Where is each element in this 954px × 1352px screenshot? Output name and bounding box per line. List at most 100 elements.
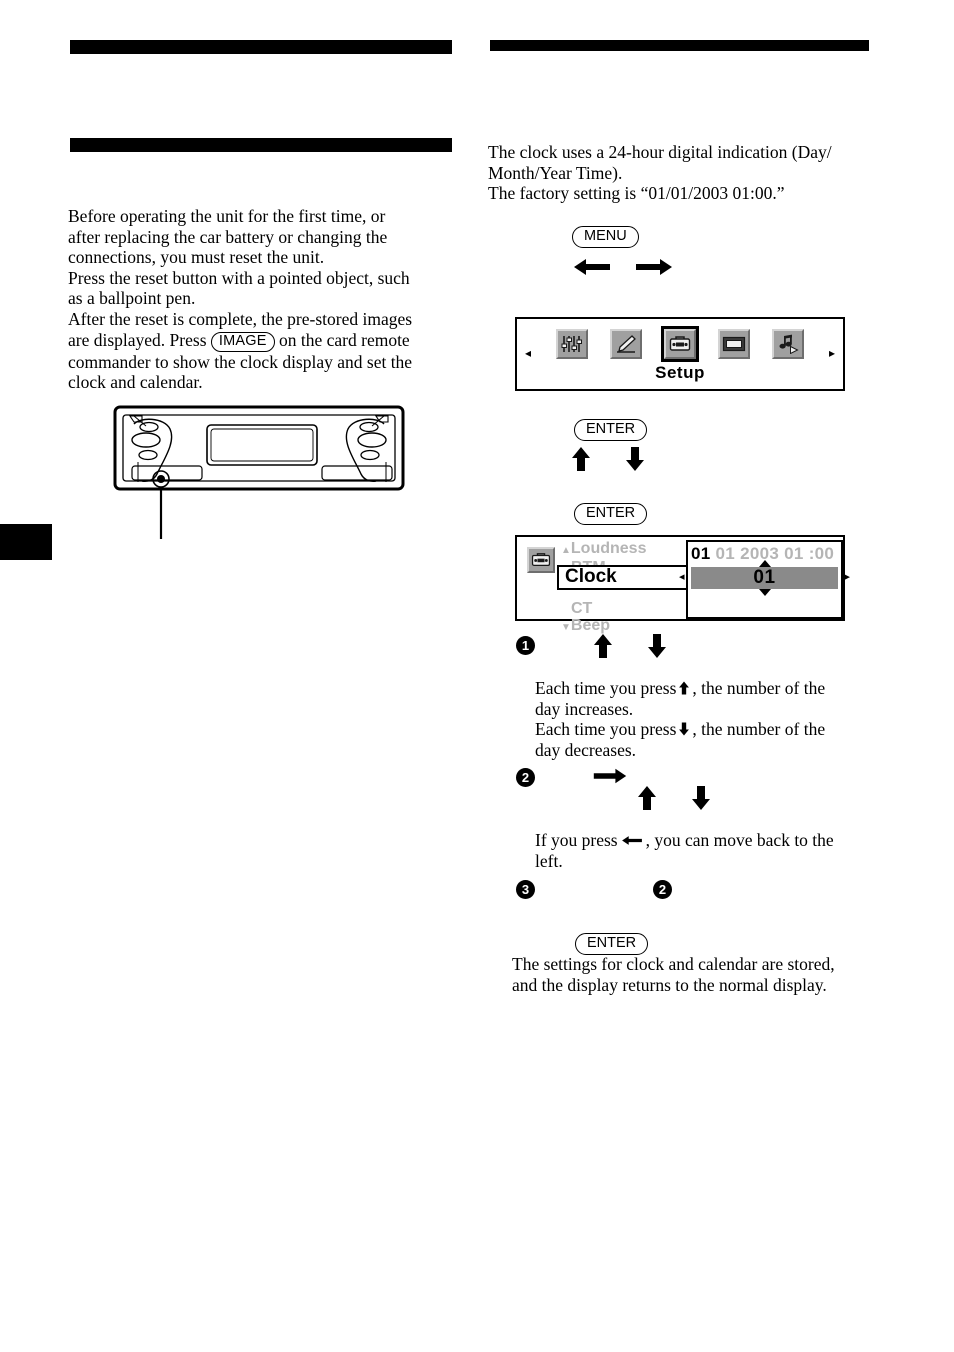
step-1-text-before: Each time you press: [535, 678, 677, 698]
enter-button-keycap[interactable]: ENTER: [574, 503, 648, 525]
value-decrement-caret-icon[interactable]: [758, 589, 771, 596]
menu-button-keycap-wrap: MENU: [572, 226, 639, 248]
clock-month-field[interactable]: 01: [716, 544, 736, 563]
step-2-text-before: If you press: [535, 830, 618, 850]
enter-button-keycap-1-wrap: ENTER: [574, 419, 648, 441]
scroll-up-caret-icon[interactable]: ▲: [561, 545, 571, 556]
up-arrow-icon[interactable]: [592, 633, 614, 659]
menu-item-label: CT: [571, 600, 593, 617]
left-column-heading-bar: [70, 40, 452, 54]
equalizer-icon[interactable]: [556, 329, 588, 359]
step-1-bullet: 1: [516, 636, 535, 655]
display-screen-icon[interactable]: [718, 329, 750, 359]
reset-paragraph-line: clock and calendar.: [68, 372, 203, 393]
step-2-line-a: If you press , you can move back to the: [535, 830, 907, 851]
reset-paragraph-line: Before operating the unit for the first …: [68, 206, 386, 226]
lcd-setup-category-panel: ◂ ▸ Setup: [515, 317, 845, 391]
left-arrow-icon[interactable]: [572, 256, 612, 278]
step-1-arrows: [592, 633, 668, 664]
car-stereo-illustration: [112, 404, 418, 544]
menu-item-loudness[interactable]: ▲Loudness: [561, 540, 681, 560]
up-arrow-icon[interactable]: [570, 446, 592, 472]
right-column-intro: The clock uses a 24-hour digital indicat…: [488, 142, 880, 204]
clock-minute-field[interactable]: :00: [809, 544, 834, 563]
step-2-text-after: , you can move back to the: [645, 830, 834, 850]
reset-paragraph-line: connections, you must reset the unit.: [68, 247, 325, 268]
step-1-description: Each time you press , the number of the d…: [535, 678, 907, 760]
paragraph-text-before-key: are displayed. Press: [68, 329, 207, 350]
enter-button-keycap[interactable]: ENTER: [575, 933, 649, 955]
step-2-bullet-wrap: 2: [516, 768, 535, 787]
setup-icon-row: [517, 326, 843, 362]
step-1-line-a2: day increases.: [535, 698, 634, 719]
lcd-clock-setting-panel: ▲Loudness BTM CT ▼Beep Clock 01 01 2003 …: [515, 535, 850, 633]
value-increment-caret-icon[interactable]: [758, 560, 771, 567]
step-2-description: If you press , you can move back to the l…: [535, 830, 907, 871]
clock-intro-line: The factory setting is “01/01/2003 01:00…: [488, 183, 785, 204]
left-column-subheading-bar: [70, 138, 452, 152]
music-note-play-icon[interactable]: [772, 329, 804, 359]
up-arrow-icon[interactable]: [636, 785, 658, 811]
menu-item-clock-label: Clock: [565, 566, 617, 587]
step-2-bullet: 2: [516, 768, 535, 787]
closing-line: The settings for clock and calendar are …: [512, 954, 835, 974]
step-1-text-after: , the number of the: [692, 678, 826, 698]
menu-item-label: Loudness: [570, 540, 647, 557]
setup-panel-label: Setup: [655, 363, 705, 382]
toolbox-setup-icon: [527, 547, 555, 573]
image-button-keycap[interactable]: IMAGE: [210, 331, 275, 352]
right-arrow-icon[interactable]: [592, 766, 628, 786]
clock-intro-line: The clock uses a 24-hour digital indicat…: [488, 142, 832, 162]
step-1-text-after-2: , the number of the: [692, 719, 826, 740]
step-1-line-a: Each time you press , the number of the: [535, 678, 907, 699]
step-1-line-b2: day decreases.: [535, 739, 637, 760]
clock-value-box: 01 01 2003 01 :00 ◂ ▸ 01: [679, 540, 850, 619]
step-1-bullet-wrap: 1: [516, 636, 535, 655]
clock-hour-field[interactable]: 01: [784, 544, 804, 563]
down-arrow-icon[interactable]: [646, 633, 668, 659]
left-arrow-icon: [621, 834, 643, 847]
step-1-line-b: Each time you press , the number of the: [535, 719, 907, 740]
reset-paragraph-line: Press the reset button with a pointed ob…: [68, 267, 410, 288]
reset-paragraph-line: commander to show the clock display and …: [68, 351, 413, 372]
clock-intro-line: Month/Year Time).: [488, 162, 623, 183]
down-arrow-icon: [678, 721, 690, 737]
step-2-updown-arrows: [636, 785, 712, 816]
step-2-right-arrow-wrap: [592, 766, 628, 791]
enter-button-keycap-2-wrap: ENTER: [574, 503, 648, 525]
menu-button-keycap[interactable]: MENU: [572, 226, 639, 248]
menu-item-label: Beep: [570, 616, 611, 634]
clock-value-text: 01: [753, 567, 776, 588]
toolbox-setup-icon[interactable]: [661, 326, 699, 362]
value-prev-caret-icon[interactable]: ◂: [679, 572, 685, 583]
step-3-bullet-wrap: 3: [516, 880, 535, 899]
page-index-tab: [0, 524, 52, 560]
right-column-heading-bar: [490, 40, 869, 51]
reset-paragraph-line: After the reset is complete, the pre-sto…: [68, 308, 413, 329]
step-2-line-b: left.: [535, 850, 563, 871]
left-column-body: Before operating the unit for the first …: [68, 206, 460, 393]
step-3-bullet: 3: [516, 880, 535, 899]
down-arrow-icon[interactable]: [690, 785, 712, 811]
closing-paragraph: The settings for clock and calendar are …: [512, 954, 892, 995]
edit-pen-icon[interactable]: [610, 329, 642, 359]
up-arrow-icon: [678, 680, 690, 696]
right-arrow-icon[interactable]: [634, 256, 674, 278]
value-next-caret-icon[interactable]: ▸: [844, 572, 850, 583]
scroll-down-caret-icon[interactable]: ▼: [561, 622, 571, 633]
clock-day-field[interactable]: 01: [691, 544, 711, 563]
reset-paragraph-line: after replacing the car battery or chang…: [68, 226, 388, 247]
reset-paragraph-with-key: are displayed. Press IMAGE on the card r…: [68, 330, 460, 352]
menu-item-ct[interactable]: CT: [561, 600, 681, 618]
step-3-reference-bullet: 2: [653, 880, 672, 899]
step-1-text-before-2: Each time you press: [535, 719, 677, 740]
updown-arrows-group-1: [570, 446, 646, 477]
step-3-reference-bullet-wrap: 2: [653, 880, 672, 899]
menu-direction-arrows: [572, 256, 674, 283]
clock-value-highlight-row[interactable]: 01: [691, 567, 838, 589]
final-enter-keycap-wrap: ENTER: [575, 933, 649, 955]
enter-button-keycap[interactable]: ENTER: [574, 419, 648, 441]
down-arrow-icon[interactable]: [624, 446, 646, 472]
reset-paragraph-line: as a ballpoint pen.: [68, 288, 196, 309]
paragraph-text-after-key: on the card remote: [279, 329, 410, 350]
